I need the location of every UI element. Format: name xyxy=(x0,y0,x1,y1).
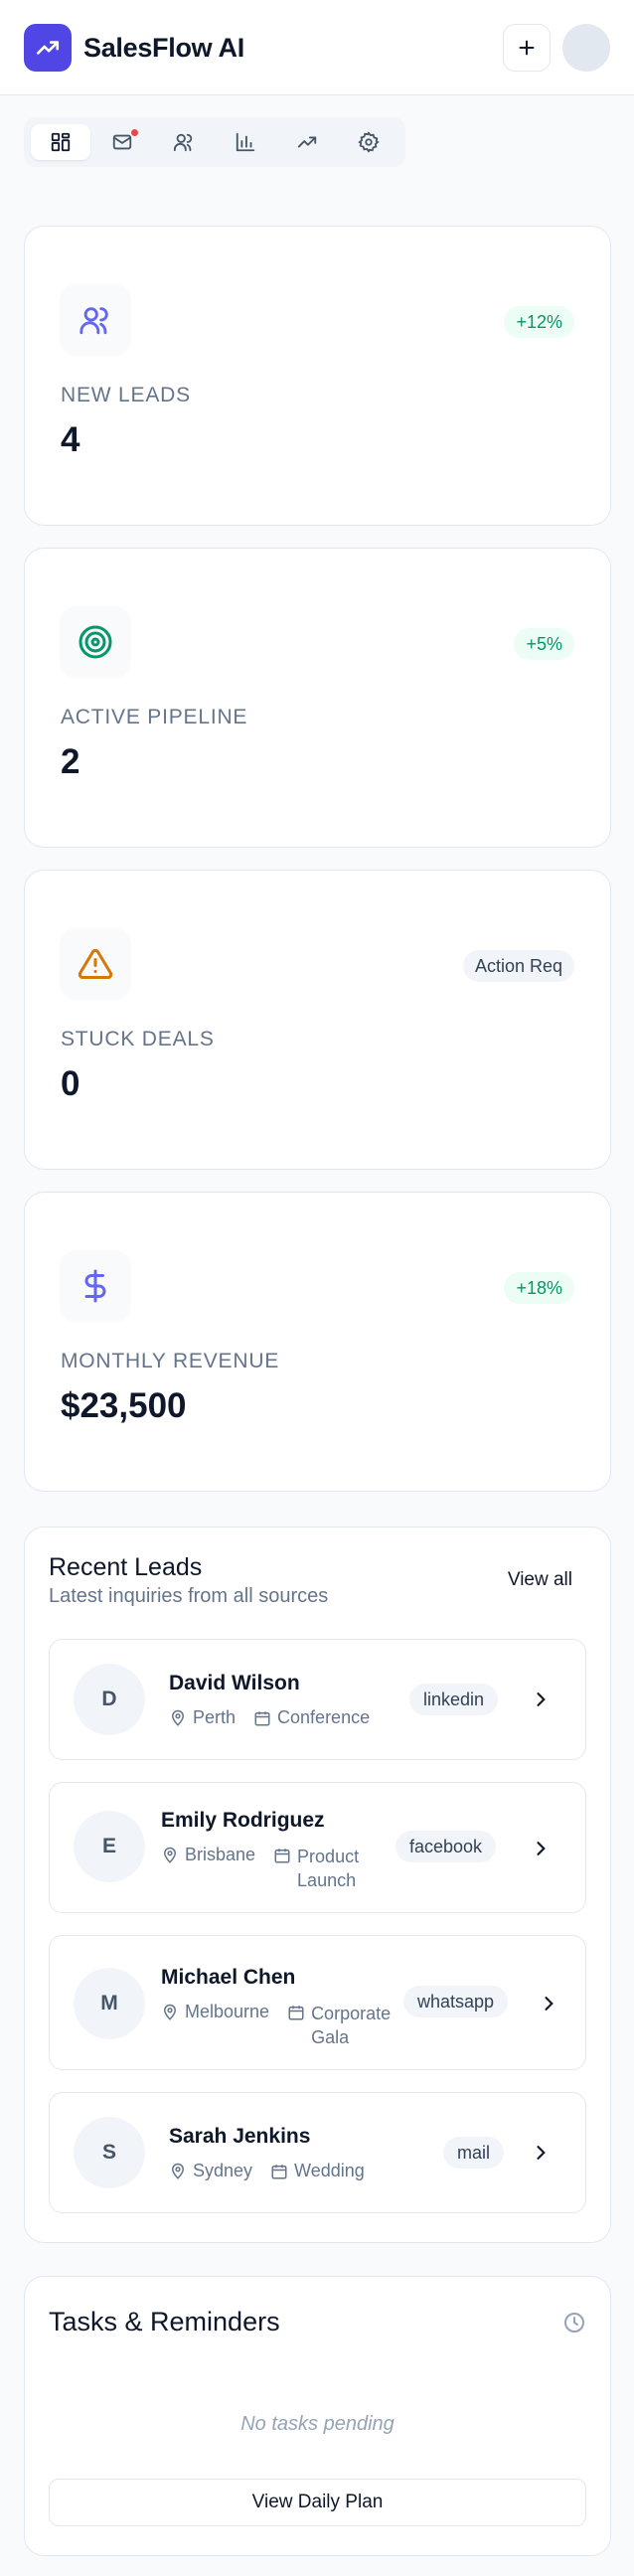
add-button[interactable] xyxy=(503,24,551,72)
stat-badge: +18% xyxy=(504,1272,574,1304)
stat-badge: +5% xyxy=(514,628,574,660)
map-pin-icon xyxy=(171,2163,185,2179)
stat-card-new-leads[interactable]: +12% New Leads 4 xyxy=(24,226,611,526)
stat-value: 0 xyxy=(61,1064,80,1103)
stat-icon-box xyxy=(60,1250,131,1322)
tab-contacts[interactable] xyxy=(154,124,214,160)
lead-row[interactable]: S Sarah Jenkins Sydney Wedding mail xyxy=(49,2092,586,2213)
settings-icon xyxy=(358,131,380,153)
nav-tabbar xyxy=(24,117,405,167)
app-title: SalesFlow AI xyxy=(83,33,244,63)
lead-row[interactable]: M Michael Chen Melbourne Corporate Gala … xyxy=(49,1935,586,2070)
lead-source-badge: linkedin xyxy=(409,1684,499,1715)
section-subtitle: Latest inquiries from all sources xyxy=(49,1585,329,1607)
lead-location: Sydney xyxy=(193,2161,253,2180)
lead-meta: Perth Conference xyxy=(169,1707,370,1728)
lead-source-badge: whatsapp xyxy=(403,1986,509,2017)
trending-up-icon xyxy=(297,136,317,148)
dashboard-icon xyxy=(51,132,71,152)
lead-avatar: E xyxy=(74,1811,145,1882)
lead-meta: Sydney Wedding xyxy=(169,2161,365,2181)
lead-source-badge: facebook xyxy=(396,1831,497,1862)
logo[interactable] xyxy=(24,24,72,72)
target-icon xyxy=(79,625,112,659)
calendar-icon xyxy=(274,1849,290,1863)
tasks-empty-state: No tasks pending xyxy=(240,2413,395,2435)
stat-label: Active Pipeline xyxy=(61,706,248,728)
app-header: SalesFlow AI xyxy=(0,0,634,95)
lead-location: Melbourne xyxy=(185,2002,270,2021)
recent-leads-card: Recent Leads Latest inquiries from all s… xyxy=(24,1527,611,2243)
chevron-right-icon[interactable] xyxy=(531,2143,551,2163)
lead-event: Conference xyxy=(277,1707,371,1727)
stat-card-active-pipeline[interactable]: +5% Active Pipeline 2 xyxy=(24,548,611,848)
lead-avatar: D xyxy=(74,1664,145,1735)
users-icon xyxy=(79,307,108,335)
stat-card-monthly-revenue[interactable]: +18% Monthly Revenue $23,500 xyxy=(24,1192,611,1492)
lead-name: Michael Chen xyxy=(161,1966,296,1989)
chevron-right-icon[interactable] xyxy=(539,1994,558,2013)
stat-label: Monthly Revenue xyxy=(61,1350,280,1372)
stat-value: 2 xyxy=(61,742,80,781)
plus-icon xyxy=(519,40,535,56)
lead-name: Emily Rodriguez xyxy=(161,1809,325,1832)
users-icon xyxy=(173,133,193,152)
lead-row[interactable]: E Emily Rodriguez Brisbane Product Launc… xyxy=(49,1782,586,1913)
trending-up-icon xyxy=(36,41,60,55)
tab-mail[interactable] xyxy=(92,124,152,160)
chevron-right-icon[interactable] xyxy=(531,1690,551,1709)
lead-location: Perth xyxy=(193,1707,237,1727)
lead-row[interactable]: D David Wilson Perth Conference linkedin xyxy=(49,1639,586,1760)
tab-settings[interactable] xyxy=(339,124,398,160)
view-daily-plan-button[interactable]: View Daily Plan xyxy=(49,2479,586,2526)
notification-dot xyxy=(131,129,138,136)
lead-meta: Melbourne Corporate Gala xyxy=(161,2002,400,2049)
calendar-icon xyxy=(254,1711,270,1726)
section-title: Recent Leads xyxy=(49,1553,203,1581)
mail-icon xyxy=(112,134,132,150)
user-avatar[interactable] xyxy=(562,24,610,72)
dollar-icon xyxy=(84,1269,106,1303)
clock-icon xyxy=(564,2313,584,2333)
tasks-title: Tasks & Reminders xyxy=(49,2307,280,2336)
lead-name: Sarah Jenkins xyxy=(169,2125,311,2148)
lead-event: Corporate Gala xyxy=(311,2004,392,2047)
lead-avatar: M xyxy=(74,1968,145,2039)
map-pin-icon xyxy=(163,2004,177,2020)
stat-value: 4 xyxy=(61,420,80,459)
stat-label: New Leads xyxy=(61,384,191,406)
map-pin-icon xyxy=(163,1847,177,1863)
stat-badge: Action Req xyxy=(462,950,574,982)
tab-dashboard[interactable] xyxy=(31,124,90,160)
stat-badge: +12% xyxy=(504,306,574,338)
stat-value: $23,500 xyxy=(61,1386,187,1425)
chevron-right-icon[interactable] xyxy=(531,1839,551,1858)
tab-trends[interactable] xyxy=(277,124,337,160)
stat-icon-box xyxy=(60,928,131,1000)
lead-source-badge: mail xyxy=(443,2137,505,2169)
lead-event: Product Launch xyxy=(297,1847,360,1890)
stat-icon-box xyxy=(60,606,131,678)
tasks-card: Tasks & Reminders No tasks pending View … xyxy=(24,2276,611,2556)
stat-icon-box xyxy=(60,284,131,356)
lead-location: Brisbane xyxy=(185,1845,256,1864)
calendar-icon xyxy=(288,2006,304,2020)
map-pin-icon xyxy=(171,1709,185,1726)
calendar-icon xyxy=(271,2165,287,2179)
stat-label: Stuck Deals xyxy=(61,1028,215,1050)
stat-card-stuck-deals[interactable]: Action Req Stuck Deals 0 xyxy=(24,870,611,1170)
lead-name: David Wilson xyxy=(169,1672,300,1694)
tab-analytics[interactable] xyxy=(216,124,275,160)
view-all-button[interactable]: View all xyxy=(494,1565,586,1595)
lead-event: Wedding xyxy=(294,2161,365,2180)
lead-meta: Brisbane Product Launch xyxy=(161,1845,377,1892)
alert-triangle-icon xyxy=(78,948,113,979)
lead-avatar: S xyxy=(74,2117,145,2188)
bar-chart-icon xyxy=(236,132,255,152)
